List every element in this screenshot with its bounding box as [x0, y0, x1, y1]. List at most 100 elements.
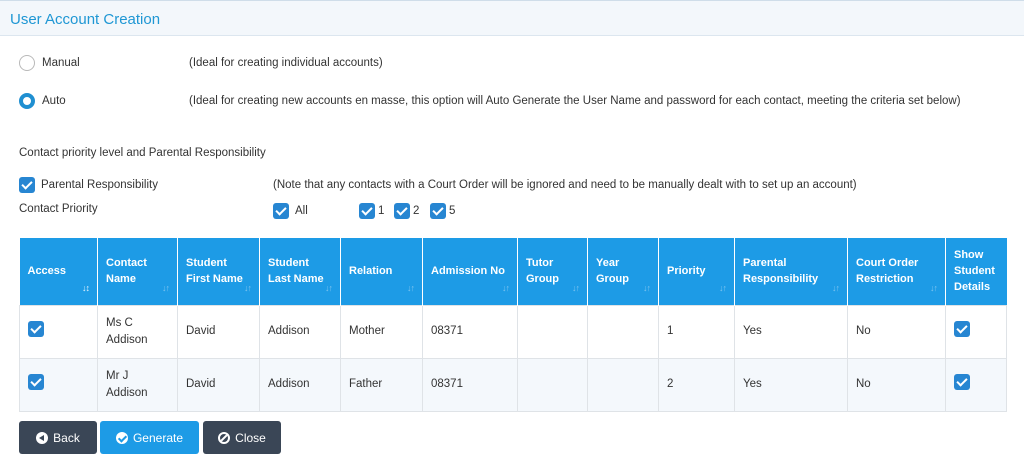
manual-radio[interactable] [19, 55, 35, 71]
access-cell [19, 304, 98, 359]
sort-icon: ↓↑ [502, 282, 510, 293]
priority-5-option[interactable]: 5 [430, 203, 455, 219]
parental-responsibility-cell: Yes [734, 304, 848, 359]
close-button-label: Close [235, 430, 266, 445]
section-title: Contact priority level and Parental Resp… [19, 147, 266, 159]
contact-priority-label: Contact Priority [19, 203, 98, 215]
back-button-label: Back [53, 430, 80, 445]
ban-icon [218, 431, 231, 444]
relation-cell: Mother [340, 304, 423, 359]
access-cell [19, 357, 98, 412]
court-order-cell: No [847, 357, 946, 412]
column-header-parental-responsibility[interactable]: Parental Responsibility ↓↑ [734, 238, 848, 305]
column-header-relation[interactable]: Relation ↓↑ [340, 238, 423, 305]
auto-note: (Ideal for creating new accounts en mass… [189, 95, 961, 107]
column-header-label: Relation [349, 265, 393, 278]
student-first-name-cell: David [177, 304, 260, 359]
show-details-cell [945, 304, 1007, 359]
parental-note: (Note that any contacts with a Court Ord… [273, 179, 857, 191]
column-header-label: Access [27, 265, 67, 278]
year-group-cell [587, 304, 659, 359]
sort-icon: ↓↑ [162, 282, 170, 293]
priority-all-option[interactable]: All [273, 203, 308, 219]
column-header-label: Student Last Name [268, 257, 324, 286]
priority-2-label: 2 [413, 205, 420, 217]
relation-cell: Father [340, 357, 423, 412]
column-header-show-student-details[interactable]: Show Student Details [945, 238, 1007, 305]
column-header-tutor-group[interactable]: Tutor Group ↓↑ [517, 238, 588, 305]
back-button[interactable]: Back [19, 421, 97, 454]
sort-icon: ↓↕ [82, 282, 90, 293]
column-header-label: Court Order Restriction [856, 257, 919, 286]
parental-responsibility-label: Parental Responsibility [41, 179, 158, 191]
column-header-priority[interactable]: Priority ↓↑ [658, 238, 735, 305]
show-details-cell [945, 357, 1007, 412]
sort-icon: ↓↑ [719, 282, 727, 293]
column-header-court-order-restriction[interactable]: Court Order Restriction ↓↑ [847, 238, 946, 305]
sort-icon: ↓↑ [244, 282, 252, 293]
show-details-checkbox[interactable] [954, 373, 970, 390]
sort-icon: ↓↑ [407, 282, 415, 293]
access-checkbox[interactable] [28, 373, 44, 390]
column-header-contact-name[interactable]: Contact Name ↓↑ [97, 238, 178, 305]
generate-button[interactable]: Generate [100, 421, 199, 454]
parental-responsibility-option[interactable]: Parental Responsibility [19, 177, 158, 193]
priority-cell: 2 [658, 357, 735, 412]
manual-option[interactable]: Manual [19, 55, 80, 71]
student-last-name-cell: Addison [259, 357, 341, 412]
column-header-admission-no[interactable]: Admission No ↓↑ [422, 238, 518, 305]
column-header-label: Year Group [596, 257, 629, 286]
column-header-label: Priority [667, 265, 706, 278]
generate-button-label: Generate [132, 430, 184, 445]
auto-label: Auto [42, 95, 66, 107]
check-circle-icon [115, 431, 128, 444]
priority-1-option[interactable]: 1 [359, 203, 384, 219]
sort-icon: ↓↑ [325, 282, 333, 293]
admission-no-cell: 08371 [422, 357, 518, 412]
column-header-student-first-name[interactable]: Student First Name ↓↑ [177, 238, 260, 305]
column-header-access[interactable]: Access ↓↕ [19, 238, 98, 305]
sort-icon: ↓↑ [572, 282, 580, 293]
table-row: Ms C Addison David Addison Mother 08371 … [19, 304, 1007, 359]
contact-name-cell: Mr J Addison [97, 357, 178, 412]
priority-all-checkbox[interactable] [273, 203, 289, 219]
close-button[interactable]: Close [203, 421, 281, 454]
back-arrow-icon [36, 431, 49, 444]
contacts-table: Access ↓↕ Contact Name ↓↑ Student First Na… [19, 238, 1007, 412]
priority-5-checkbox[interactable] [430, 203, 446, 219]
student-last-name-cell: Addison [259, 304, 341, 359]
parental-responsibility-checkbox[interactable] [19, 177, 35, 193]
court-order-cell: No [847, 304, 946, 359]
student-first-name-cell: David [177, 357, 260, 412]
priority-1-label: 1 [378, 205, 385, 217]
priority-2-option[interactable]: 2 [394, 203, 419, 219]
table-header-row: Access ↓↕ Contact Name ↓↑ Student First Na… [19, 238, 1007, 305]
manual-note: (Ideal for creating individual accounts) [189, 57, 383, 69]
sort-icon: ↓↑ [643, 282, 651, 293]
column-header-year-group[interactable]: Year Group ↓↑ [587, 238, 659, 305]
page-header: User Account Creation [0, 0, 1024, 36]
priority-2-checkbox[interactable] [394, 203, 410, 219]
priority-cell: 1 [658, 304, 735, 359]
column-header-label: Parental Responsibility [743, 257, 819, 286]
access-checkbox[interactable] [28, 320, 44, 337]
column-header-label: Show Student Details [954, 249, 995, 294]
sort-icon: ↓↑ [832, 282, 840, 293]
priority-all-label: All [295, 205, 308, 217]
admission-no-cell: 08371 [422, 304, 518, 359]
parental-responsibility-cell: Yes [734, 357, 848, 412]
manual-label: Manual [42, 57, 80, 69]
auto-option[interactable]: Auto [19, 93, 66, 109]
column-header-label: Tutor Group [526, 257, 559, 286]
column-header-label: Student First Name [186, 257, 243, 286]
tutor-group-cell [517, 357, 588, 412]
auto-radio[interactable] [19, 93, 35, 109]
tutor-group-cell [517, 304, 588, 359]
column-header-student-last-name[interactable]: Student Last Name ↓↑ [259, 238, 341, 305]
show-details-checkbox[interactable] [954, 320, 970, 337]
priority-1-checkbox[interactable] [359, 203, 375, 219]
year-group-cell [587, 357, 659, 412]
priority-5-label: 5 [449, 205, 456, 217]
contact-name-cell: Ms C Addison [97, 304, 178, 359]
page-title: User Account Creation [10, 11, 161, 28]
